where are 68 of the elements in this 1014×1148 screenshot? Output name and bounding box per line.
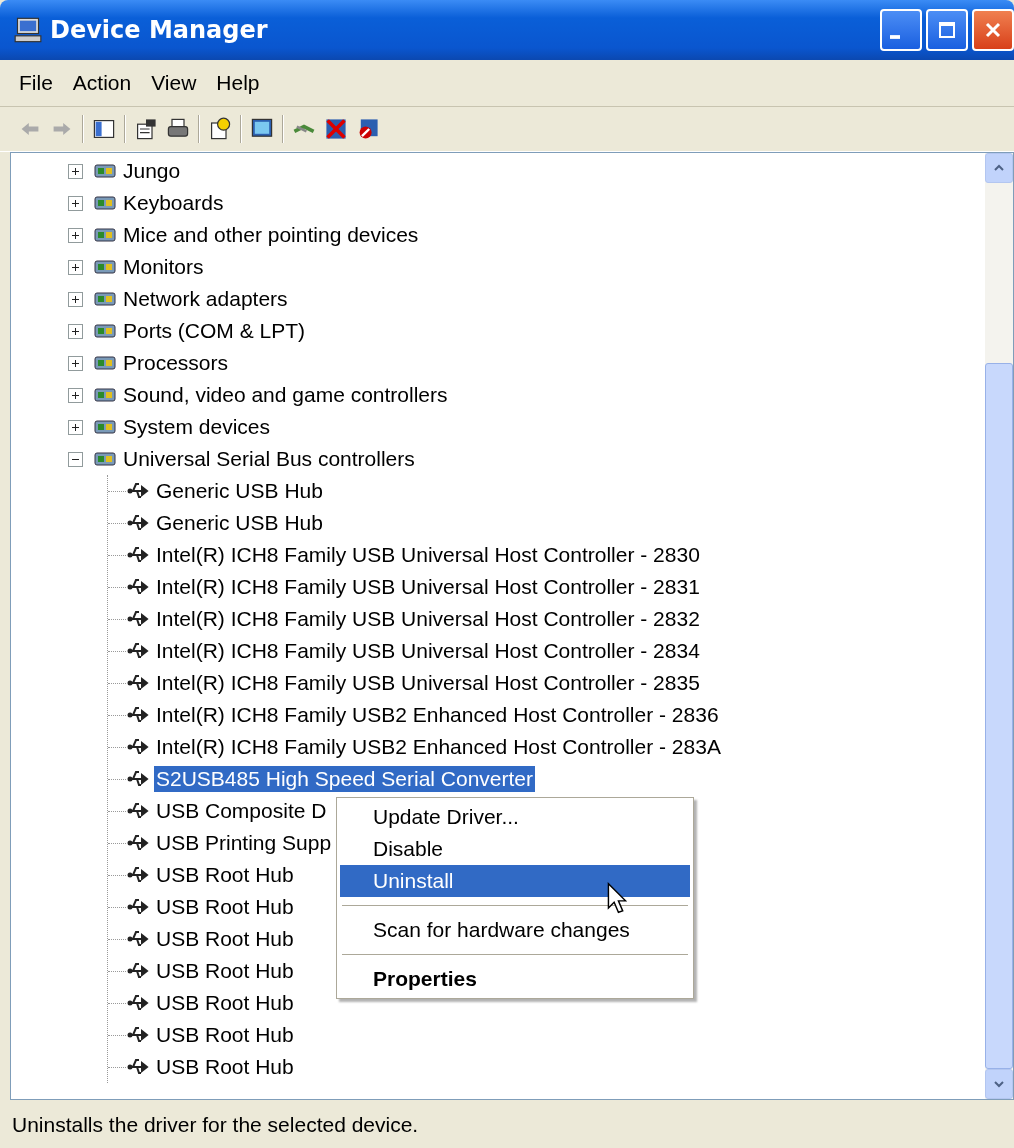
tree-item[interactable]: System devices <box>121 414 273 440</box>
menu-item[interactable]: Uninstall <box>340 865 690 897</box>
tree-item[interactable]: Keyboards <box>121 190 226 216</box>
expand-icon[interactable] <box>68 227 83 243</box>
tree-item[interactable]: USB Root Hub <box>154 926 296 952</box>
expand-icon[interactable] <box>68 195 83 211</box>
tree-item[interactable]: Intel(R) ICH8 Family USB Universal Host Controller - 2830 <box>154 542 702 568</box>
expand-icon[interactable] <box>68 419 83 435</box>
tree-item[interactable]: Intel(R) ICH8 Family USB Universal Host Controller - 2831 <box>154 574 702 600</box>
tree-item[interactable]: USB Root Hub <box>154 894 296 920</box>
maximize-button[interactable] <box>926 9 968 51</box>
chevron-up-icon <box>994 163 1004 173</box>
scroll-up-button[interactable] <box>985 153 1013 183</box>
scroll-down-button[interactable] <box>985 1069 1013 1099</box>
chevron-down-icon <box>994 1079 1004 1089</box>
tree-item[interactable]: Intel(R) ICH8 Family USB Universal Host Controller - 2835 <box>154 670 702 696</box>
tree-item[interactable]: Mice and other pointing devices <box>121 222 421 248</box>
tree-item[interactable]: USB Root Hub <box>154 1054 296 1080</box>
uninstall-icon[interactable] <box>324 117 348 141</box>
tree-item[interactable]: Intel(R) ICH8 Family USB2 Enhanced Host Controller - 2836 <box>154 702 721 728</box>
tree-item[interactable]: USB Root Hub <box>154 958 296 984</box>
tree-item[interactable]: Intel(R) ICH8 Family USB Universal Host Controller - 2834 <box>154 638 702 664</box>
tree-item[interactable]: Intel(R) ICH8 Family USB Universal Host Controller - 2832 <box>154 606 702 632</box>
tree-item[interactable]: USB Root Hub <box>154 862 296 888</box>
menu-item[interactable]: View <box>144 69 204 97</box>
scrollbar[interactable] <box>985 153 1013 1099</box>
help-icon[interactable] <box>208 117 232 141</box>
menu-item[interactable]: Update Driver... <box>340 801 690 833</box>
expand-icon[interactable] <box>68 291 83 307</box>
maximize-icon <box>937 20 957 40</box>
status-text: Uninstalls the driver for the selected device. <box>12 1113 419 1137</box>
minimize-button[interactable] <box>880 9 922 51</box>
tree-item[interactable]: S2USB485 High Speed Serial Converter <box>154 766 536 792</box>
menu-item[interactable]: Disable <box>340 833 690 865</box>
menu-item[interactable]: Help <box>209 69 267 97</box>
tree-item[interactable]: USB Root Hub <box>154 1022 296 1048</box>
collapse-icon[interactable] <box>68 451 83 467</box>
properties-icon[interactable] <box>134 117 158 141</box>
menu-item[interactable]: Action <box>65 69 139 97</box>
expand-icon[interactable] <box>68 163 83 179</box>
tree-item[interactable]: Universal Serial Bus controllers <box>121 446 417 472</box>
tree-item[interactable]: USB Printing Supp <box>154 830 334 856</box>
expand-icon[interactable] <box>68 323 83 339</box>
cursor-icon <box>607 882 627 914</box>
computer-icon <box>14 16 42 44</box>
menu-item[interactable]: File <box>12 69 60 97</box>
tree-item[interactable]: Generic USB Hub <box>154 510 325 536</box>
menu-item[interactable]: Properties <box>340 963 690 995</box>
expand-icon[interactable] <box>68 259 83 275</box>
minimize-icon <box>890 35 900 39</box>
tree-item[interactable]: Sound, video and game controllers <box>121 382 450 408</box>
expand-icon[interactable] <box>68 387 83 403</box>
tree-item[interactable]: Network adapters <box>121 286 290 312</box>
expand-icon[interactable] <box>68 355 83 371</box>
tree-item[interactable]: Generic USB Hub <box>154 478 325 504</box>
window-title: Device Manager <box>50 16 268 44</box>
console-tree-icon[interactable] <box>92 117 116 141</box>
close-button[interactable] <box>972 9 1014 51</box>
tree-item[interactable]: Ports (COM & LPT) <box>121 318 308 344</box>
tree-item[interactable]: Monitors <box>121 254 206 280</box>
scroll-thumb[interactable] <box>985 363 1013 1069</box>
tree-item[interactable]: USB Composite D <box>154 798 329 824</box>
tree-item[interactable]: Jungo <box>121 158 183 184</box>
tree-item[interactable]: Intel(R) ICH8 Family USB2 Enhanced Host Controller - 283A <box>154 734 723 760</box>
menu-item[interactable]: Scan for hardware changes <box>340 914 690 946</box>
tree-item[interactable]: Processors <box>121 350 231 376</box>
tree-item[interactable]: USB Root Hub <box>154 990 296 1016</box>
close-icon <box>983 20 1003 40</box>
